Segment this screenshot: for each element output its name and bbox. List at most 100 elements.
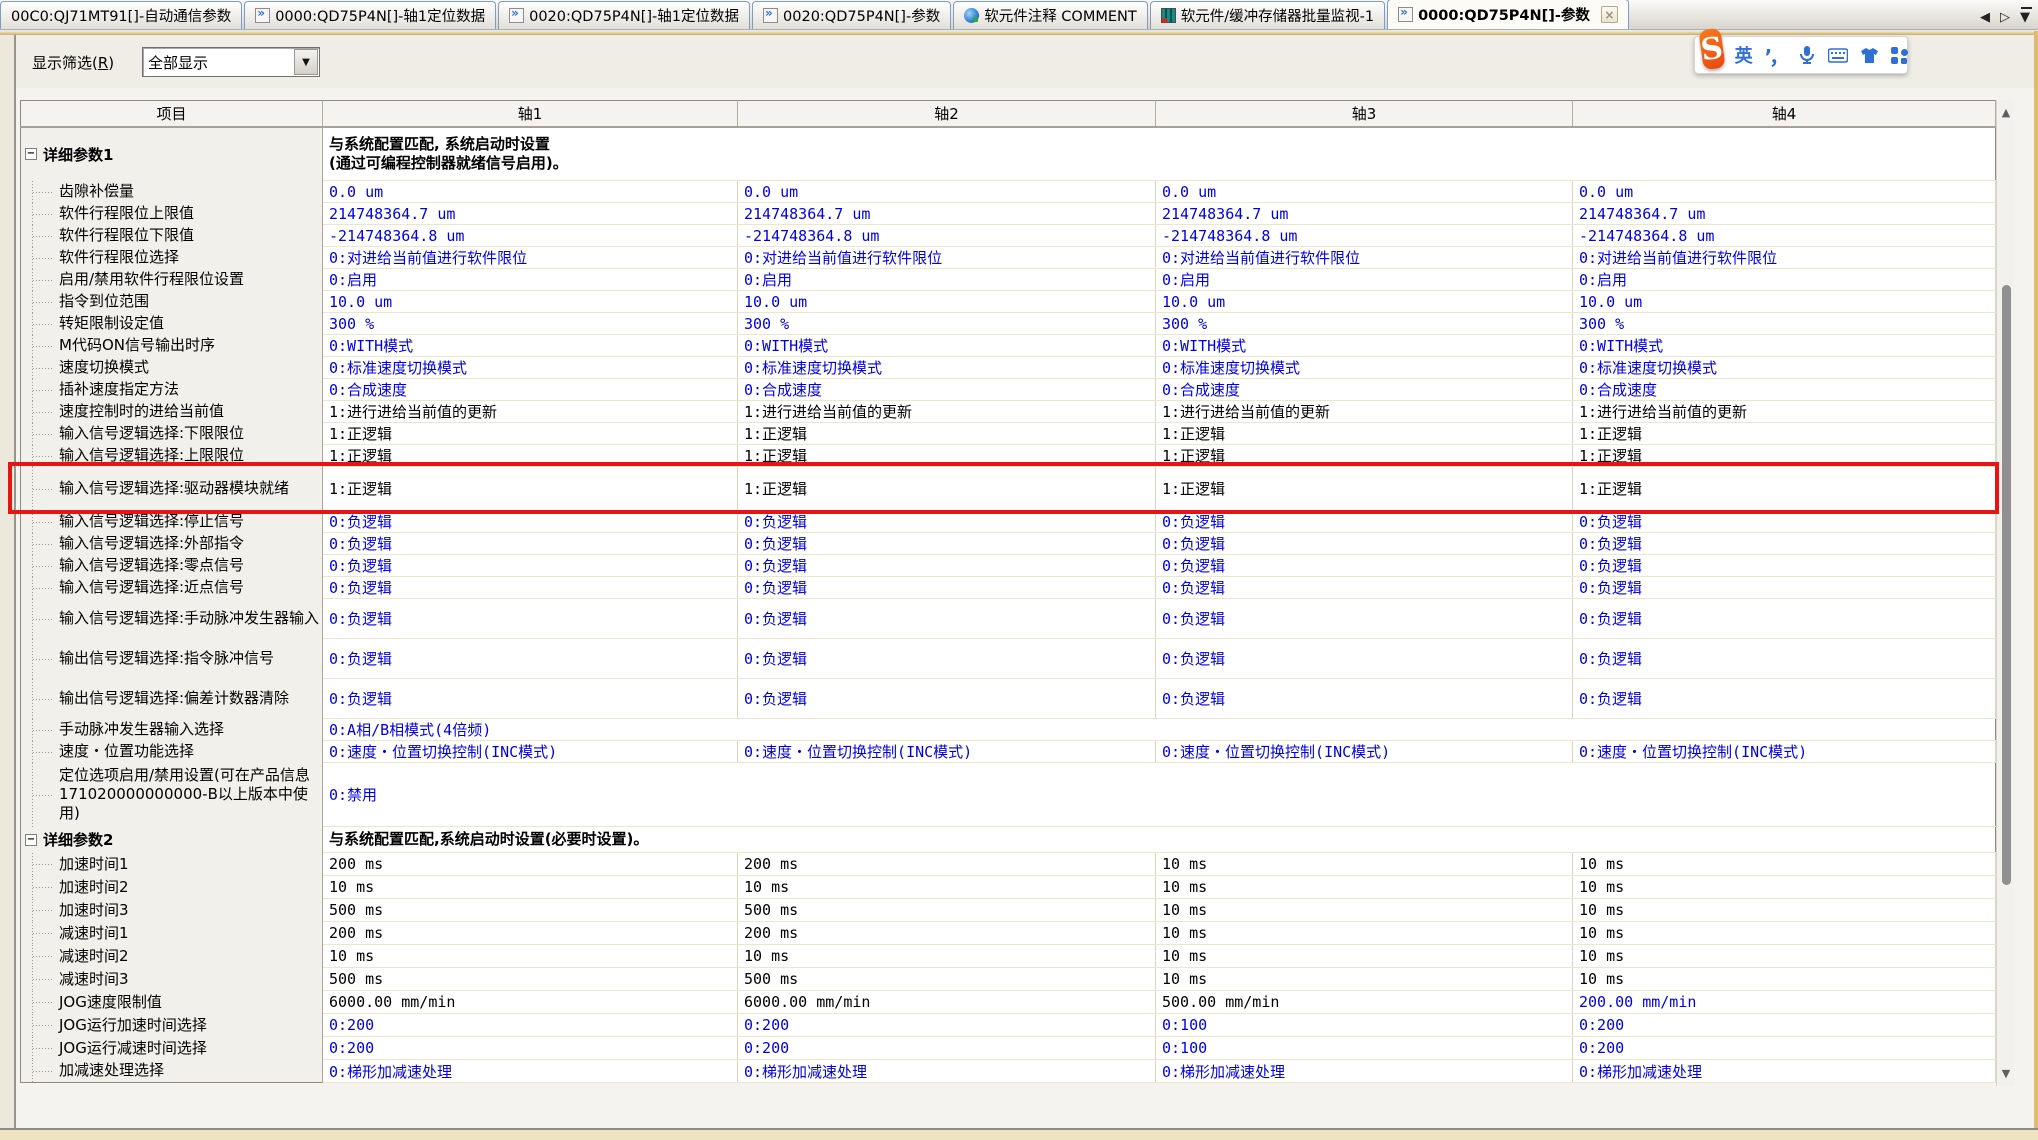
- value-cell-axis2[interactable]: 500 ms: [738, 899, 1156, 922]
- value-cell-axis3[interactable]: 10 ms: [1156, 922, 1573, 945]
- value-cell-axis1[interactable]: 500 ms: [323, 899, 738, 922]
- value-cell-axis4[interactable]: 0:负逻辑: [1573, 511, 1996, 533]
- item-label-cell[interactable]: 速度切换模式: [21, 357, 323, 379]
- value-cell-axis1[interactable]: 300 %: [323, 313, 738, 335]
- item-label-cell[interactable]: 输入信号逻辑选择:停止信号: [21, 511, 323, 533]
- value-cell-axis3[interactable]: 0:负逻辑: [1156, 639, 1573, 679]
- group-label-cell[interactable]: −详细参数2: [21, 827, 323, 853]
- value-cell-axis3[interactable]: 0:负逻辑: [1156, 599, 1573, 639]
- item-label-cell[interactable]: 软件行程限位选择: [21, 247, 323, 269]
- value-cell-axis2[interactable]: 0:WITH模式: [738, 335, 1156, 357]
- value-cell-axis4[interactable]: 10 ms: [1573, 899, 1996, 922]
- value-cell-axis1[interactable]: 10 ms: [323, 945, 738, 968]
- value-cell-axis1[interactable]: 0:合成速度: [323, 379, 738, 401]
- item-label-cell[interactable]: 速度控制时的进给当前值: [21, 401, 323, 423]
- value-cell-axis4[interactable]: 214748364.7 um: [1573, 203, 1996, 225]
- scrollbar-thumb[interactable]: [2002, 285, 2011, 885]
- value-cell-axis2[interactable]: 0:负逻辑: [738, 533, 1156, 555]
- tab-scroll-right-icon[interactable]: ▷: [2000, 10, 2010, 25]
- value-cell-axis2[interactable]: 500 ms: [738, 968, 1156, 991]
- value-cell-axis4[interactable]: 300 %: [1573, 313, 1996, 335]
- tab-scroll-left-icon[interactable]: ◀: [1980, 10, 1990, 25]
- item-label-cell[interactable]: 齿隙补偿量: [21, 181, 323, 203]
- item-label-cell[interactable]: JOG运行减速时间选择: [21, 1037, 323, 1060]
- value-cell-axis3[interactable]: 0.0 um: [1156, 181, 1573, 203]
- value-cell-axis3[interactable]: 0:100: [1156, 1014, 1573, 1037]
- value-cell-axis3[interactable]: 0:合成速度: [1156, 379, 1573, 401]
- value-cell-axis4[interactable]: 0:合成速度: [1573, 379, 1996, 401]
- scroll-up-icon[interactable]: ▲: [1997, 106, 2015, 119]
- scroll-down-icon[interactable]: ▼: [1997, 1067, 2015, 1080]
- value-cell-axis4[interactable]: 0:负逻辑: [1573, 679, 1996, 719]
- value-cell-axis2[interactable]: 0:对进给当前值进行软件限位: [738, 247, 1156, 269]
- value-cell-axis4[interactable]: 0:负逻辑: [1573, 577, 1996, 599]
- value-cell[interactable]: 0:A相/B相模式(4倍频): [323, 719, 1996, 741]
- value-cell-axis1[interactable]: 10.0 um: [323, 291, 738, 313]
- value-cell-axis1[interactable]: 1:正逻辑: [323, 445, 738, 467]
- value-cell-axis1[interactable]: 0:负逻辑: [323, 533, 738, 555]
- value-cell-axis2[interactable]: 0:负逻辑: [738, 511, 1156, 533]
- item-label-cell[interactable]: 减速时间2: [21, 945, 323, 968]
- value-cell-axis3[interactable]: 10 ms: [1156, 945, 1573, 968]
- item-label-cell[interactable]: 输入信号逻辑选择:外部指令: [21, 533, 323, 555]
- value-cell-axis3[interactable]: 0:负逻辑: [1156, 679, 1573, 719]
- value-cell-axis4[interactable]: 1:进行进给当前值的更新: [1573, 401, 1996, 423]
- value-cell-axis1[interactable]: 0:负逻辑: [323, 639, 738, 679]
- value-cell-axis4[interactable]: 10 ms: [1573, 876, 1996, 899]
- value-cell-axis2[interactable]: 200 ms: [738, 853, 1156, 876]
- display-filter-select[interactable]: 全部显示 ▼: [142, 47, 320, 77]
- item-label-cell[interactable]: 加减速处理选择: [21, 1060, 323, 1083]
- value-cell-axis4[interactable]: 0:负逻辑: [1573, 533, 1996, 555]
- ime-language-toggle[interactable]: 英: [1735, 42, 1753, 68]
- item-label-cell[interactable]: 定位选项启用/禁用设置(可在产品信息171020000000000-B以上版本中…: [21, 763, 323, 827]
- value-cell-axis3[interactable]: 1:正逻辑: [1156, 467, 1573, 511]
- item-label-cell[interactable]: 插补速度指定方法: [21, 379, 323, 401]
- value-cell-axis3[interactable]: 0:对进给当前值进行软件限位: [1156, 247, 1573, 269]
- value-cell-axis1[interactable]: 0:标准速度切换模式: [323, 357, 738, 379]
- value-cell-axis3[interactable]: 214748364.7 um: [1156, 203, 1573, 225]
- grid-icon[interactable]: [1891, 47, 1908, 64]
- item-label-cell[interactable]: 指令到位范围: [21, 291, 323, 313]
- value-cell-axis3[interactable]: 0:100: [1156, 1037, 1573, 1060]
- value-cell-axis2[interactable]: 0:负逻辑: [738, 679, 1156, 719]
- item-label-cell[interactable]: 输入信号逻辑选择:上限限位: [21, 445, 323, 467]
- value-cell-axis4[interactable]: 0:负逻辑: [1573, 639, 1996, 679]
- value-cell-axis4[interactable]: 0:标准速度切换模式: [1573, 357, 1996, 379]
- tab-3[interactable]: 0020:QD75P4N[]-参数: [752, 1, 951, 29]
- value-cell-axis1[interactable]: 0:负逻辑: [323, 599, 738, 639]
- value-cell-axis2[interactable]: 0:标准速度切换模式: [738, 357, 1156, 379]
- value-cell-axis4[interactable]: 10.0 um: [1573, 291, 1996, 313]
- value-cell-axis2[interactable]: 1:正逻辑: [738, 445, 1156, 467]
- value-cell-axis4[interactable]: 10 ms: [1573, 968, 1996, 991]
- value-cell-axis3[interactable]: 10.0 um: [1156, 291, 1573, 313]
- value-cell-axis3[interactable]: 0:速度・位置切换控制(INC模式): [1156, 741, 1573, 763]
- value-cell-axis3[interactable]: 0:负逻辑: [1156, 555, 1573, 577]
- value-cell-axis2[interactable]: 300 %: [738, 313, 1156, 335]
- value-cell-axis4[interactable]: 0:WITH模式: [1573, 335, 1996, 357]
- value-cell-axis2[interactable]: -214748364.8 um: [738, 225, 1156, 247]
- tab-2[interactable]: 0020:QD75P4N[]-轴1定位数据: [498, 1, 750, 29]
- combo-dropdown-icon[interactable]: ▼: [294, 49, 318, 75]
- value-cell-axis1[interactable]: 6000.00 mm/min: [323, 991, 738, 1014]
- value-cell-axis3[interactable]: 0:梯形加减速处理: [1156, 1060, 1573, 1083]
- value-cell-axis4[interactable]: 10 ms: [1573, 945, 1996, 968]
- value-cell-axis2[interactable]: 0:200: [738, 1014, 1156, 1037]
- item-label-cell[interactable]: 输入信号逻辑选择:零点信号: [21, 555, 323, 577]
- item-label-cell[interactable]: 转矩限制设定值: [21, 313, 323, 335]
- value-cell-axis2[interactable]: 0:200: [738, 1037, 1156, 1060]
- value-cell-axis2[interactable]: 0:梯形加减速处理: [738, 1060, 1156, 1083]
- value-cell[interactable]: 0:禁用: [323, 763, 1996, 827]
- item-label-cell[interactable]: 启用/禁用软件行程限位设置: [21, 269, 323, 291]
- item-label-cell[interactable]: 减速时间3: [21, 968, 323, 991]
- value-cell-axis3[interactable]: 10 ms: [1156, 899, 1573, 922]
- value-cell-axis4[interactable]: -214748364.8 um: [1573, 225, 1996, 247]
- value-cell-axis3[interactable]: 0:负逻辑: [1156, 577, 1573, 599]
- value-cell-axis4[interactable]: 0:启用: [1573, 269, 1996, 291]
- keyboard-icon[interactable]: [1828, 48, 1848, 63]
- tab-1[interactable]: 0000:QD75P4N[]-轴1定位数据: [244, 1, 496, 29]
- tab-4[interactable]: 软元件注释 COMMENT: [953, 1, 1148, 29]
- value-cell-axis2[interactable]: 1:进行进给当前值的更新: [738, 401, 1156, 423]
- value-cell-axis1[interactable]: -214748364.8 um: [323, 225, 738, 247]
- item-label-cell[interactable]: 输出信号逻辑选择:指令脉冲信号: [21, 639, 323, 679]
- item-label-cell[interactable]: 软件行程限位上限值: [21, 203, 323, 225]
